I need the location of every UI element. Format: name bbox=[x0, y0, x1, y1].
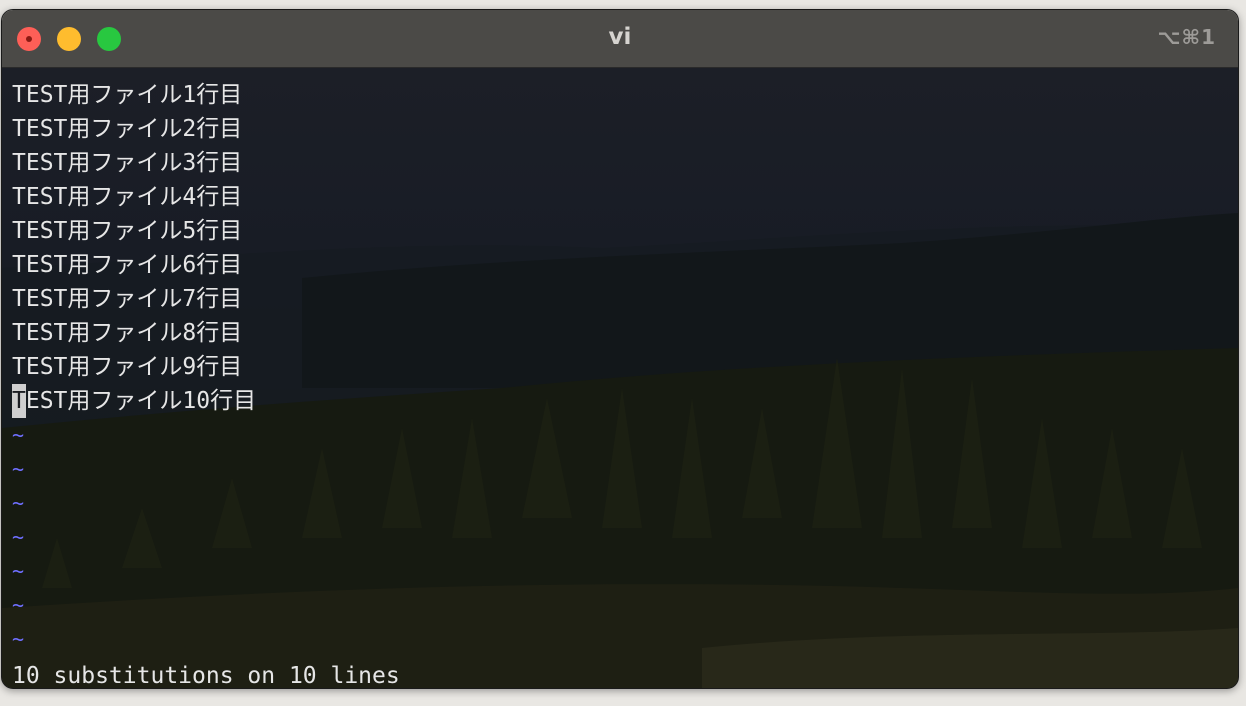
buffer-line: TEST用ファイル9行目 bbox=[12, 354, 243, 380]
buffer-line: TEST用ファイル3行目 bbox=[12, 150, 243, 176]
buffer-lines: TEST用ファイル1行目 TEST用ファイル2行目 TEST用ファイル3行目 T… bbox=[12, 78, 256, 656]
status-message: 10 substitutions on 10 lines bbox=[12, 663, 400, 688]
text-cursor: T bbox=[12, 384, 26, 418]
empty-line-marker: ~ bbox=[12, 457, 25, 481]
empty-line-marker: ~ bbox=[12, 593, 25, 617]
terminal-window: vi ⌥⌘1 TEST用ファイル1行目 TEST用ファイル2行目 TEST用ファ… bbox=[1, 9, 1239, 689]
buffer-line: TEST用ファイル6行目 bbox=[12, 252, 243, 278]
buffer-line: TEST用ファイル5行目 bbox=[12, 218, 243, 244]
empty-line-marker: ~ bbox=[12, 423, 25, 447]
buffer-line-cursor: TEST用ファイル10行目 bbox=[12, 384, 256, 418]
empty-line-marker: ~ bbox=[12, 559, 25, 583]
window-shortcut: ⌥⌘1 bbox=[1157, 25, 1216, 49]
title-bar[interactable]: vi ⌥⌘1 bbox=[2, 10, 1238, 68]
empty-line-marker: ~ bbox=[12, 525, 25, 549]
empty-line-marker: ~ bbox=[12, 491, 25, 515]
buffer-line: TEST用ファイル8行目 bbox=[12, 320, 243, 346]
empty-line-marker: ~ bbox=[12, 627, 25, 651]
terminal-content[interactable]: TEST用ファイル1行目 TEST用ファイル2行目 TEST用ファイル3行目 T… bbox=[2, 68, 1238, 688]
buffer-line: TEST用ファイル4行目 bbox=[12, 184, 243, 210]
buffer-line: TEST用ファイル7行目 bbox=[12, 286, 243, 312]
window-title: vi bbox=[608, 24, 632, 50]
buffer-line: TEST用ファイル1行目 bbox=[12, 82, 243, 108]
buffer-line: TEST用ファイル2行目 bbox=[12, 116, 243, 142]
cursor-line-text: EST用ファイル10行目 bbox=[25, 388, 257, 414]
